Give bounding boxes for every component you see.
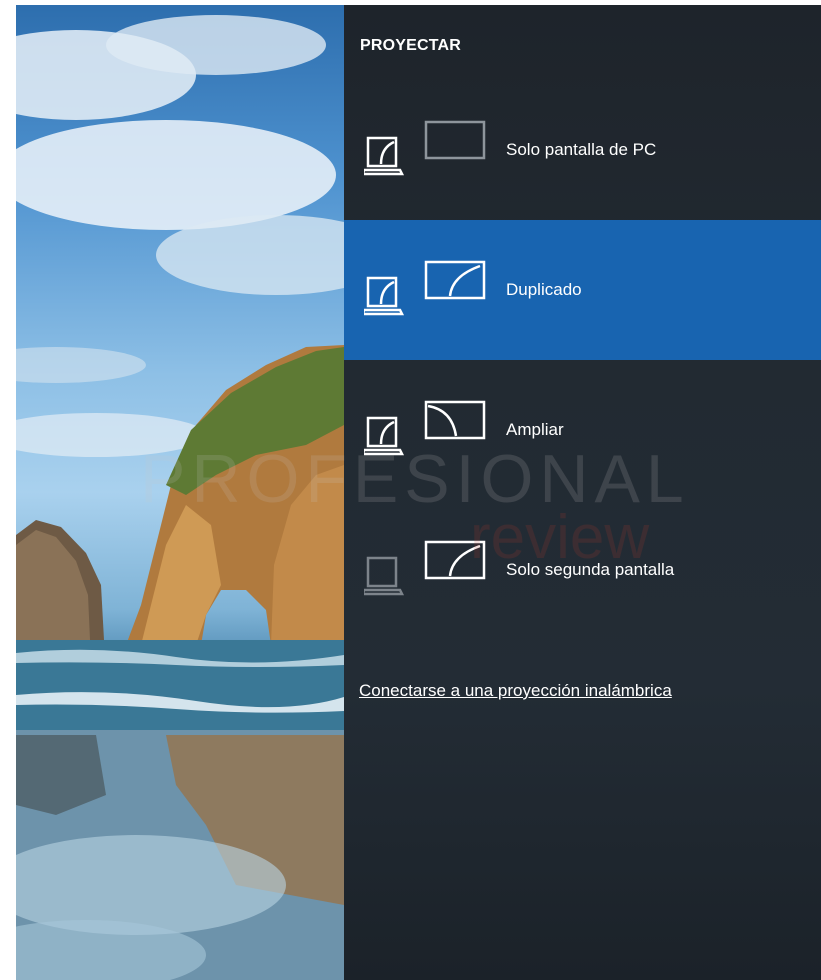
option-label: Duplicado bbox=[506, 280, 582, 299]
project-flyout: PROYECTAR Solo pantalla de PC Duplicado bbox=[344, 5, 821, 980]
option-pc-screen-only[interactable]: Solo pantalla de PC bbox=[344, 80, 821, 220]
flyout-title: PROYECTAR bbox=[360, 37, 462, 54]
option-label: Solo pantalla de PC bbox=[506, 140, 657, 159]
second-screen-only-icon bbox=[364, 540, 486, 596]
wallpaper-image bbox=[16, 15, 344, 980]
option-label: Solo segunda pantalla bbox=[506, 560, 675, 579]
option-label: Ampliar bbox=[506, 420, 564, 439]
duplicate-icon bbox=[364, 260, 486, 316]
option-extend[interactable]: Ampliar bbox=[344, 360, 821, 500]
connect-wireless-display-link[interactable]: Conectarse a una proyección inalámbrica bbox=[359, 681, 672, 701]
option-duplicate[interactable]: Duplicado bbox=[344, 220, 821, 360]
pc-screen-only-icon bbox=[364, 120, 486, 176]
extend-icon bbox=[364, 400, 486, 456]
option-second-screen-only[interactable]: Solo segunda pantalla bbox=[344, 500, 821, 640]
desktop-wallpaper bbox=[16, 5, 344, 980]
